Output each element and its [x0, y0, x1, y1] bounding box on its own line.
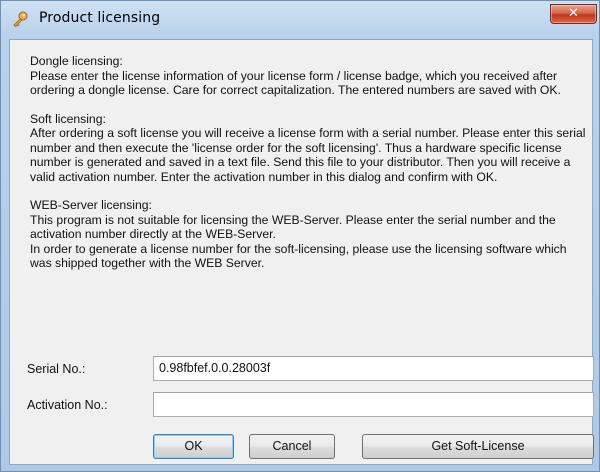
section-text: Please enter the license information of … [30, 68, 561, 98]
section-heading: Dongle licensing: [30, 54, 123, 68]
section-text: This program is not suitable for licensi… [30, 212, 556, 242]
web-server-section: WEB-Server licensing: This program is no… [30, 198, 586, 271]
key-icon [11, 10, 29, 28]
cancel-button[interactable]: Cancel [249, 434, 335, 459]
dongle-section: Dongle licensing: Please enter the licen… [30, 54, 586, 98]
dialog-content: Dongle licensing: Please enter the licen… [9, 39, 594, 465]
activation-input[interactable] [153, 392, 594, 417]
license-info: Dongle licensing: Please enter the licen… [30, 54, 586, 285]
serial-label: Serial No.: [27, 362, 86, 376]
product-licensing-dialog: Product licensing ✕ Dongle licensing: Pl… [0, 0, 600, 472]
ok-button[interactable]: OK [153, 434, 234, 459]
section-text: In order to generate a license number fo… [30, 241, 567, 271]
section-text: After ordering a soft license you will r… [30, 126, 586, 184]
section-heading: WEB-Server licensing: [30, 198, 152, 212]
soft-section: Soft licensing: After ordering a soft li… [30, 112, 586, 185]
get-soft-license-button[interactable]: Get Soft-License [362, 434, 594, 459]
window-title: Product licensing [39, 10, 161, 26]
close-icon: ✕ [568, 6, 579, 21]
title-bar[interactable]: Product licensing ✕ [1, 1, 600, 39]
close-button[interactable]: ✕ [550, 4, 597, 24]
serial-input[interactable]: 0.98fbfef.0.0.28003f [153, 356, 594, 381]
section-heading: Soft licensing: [30, 111, 106, 126]
activation-label: Activation No.: [27, 398, 108, 412]
